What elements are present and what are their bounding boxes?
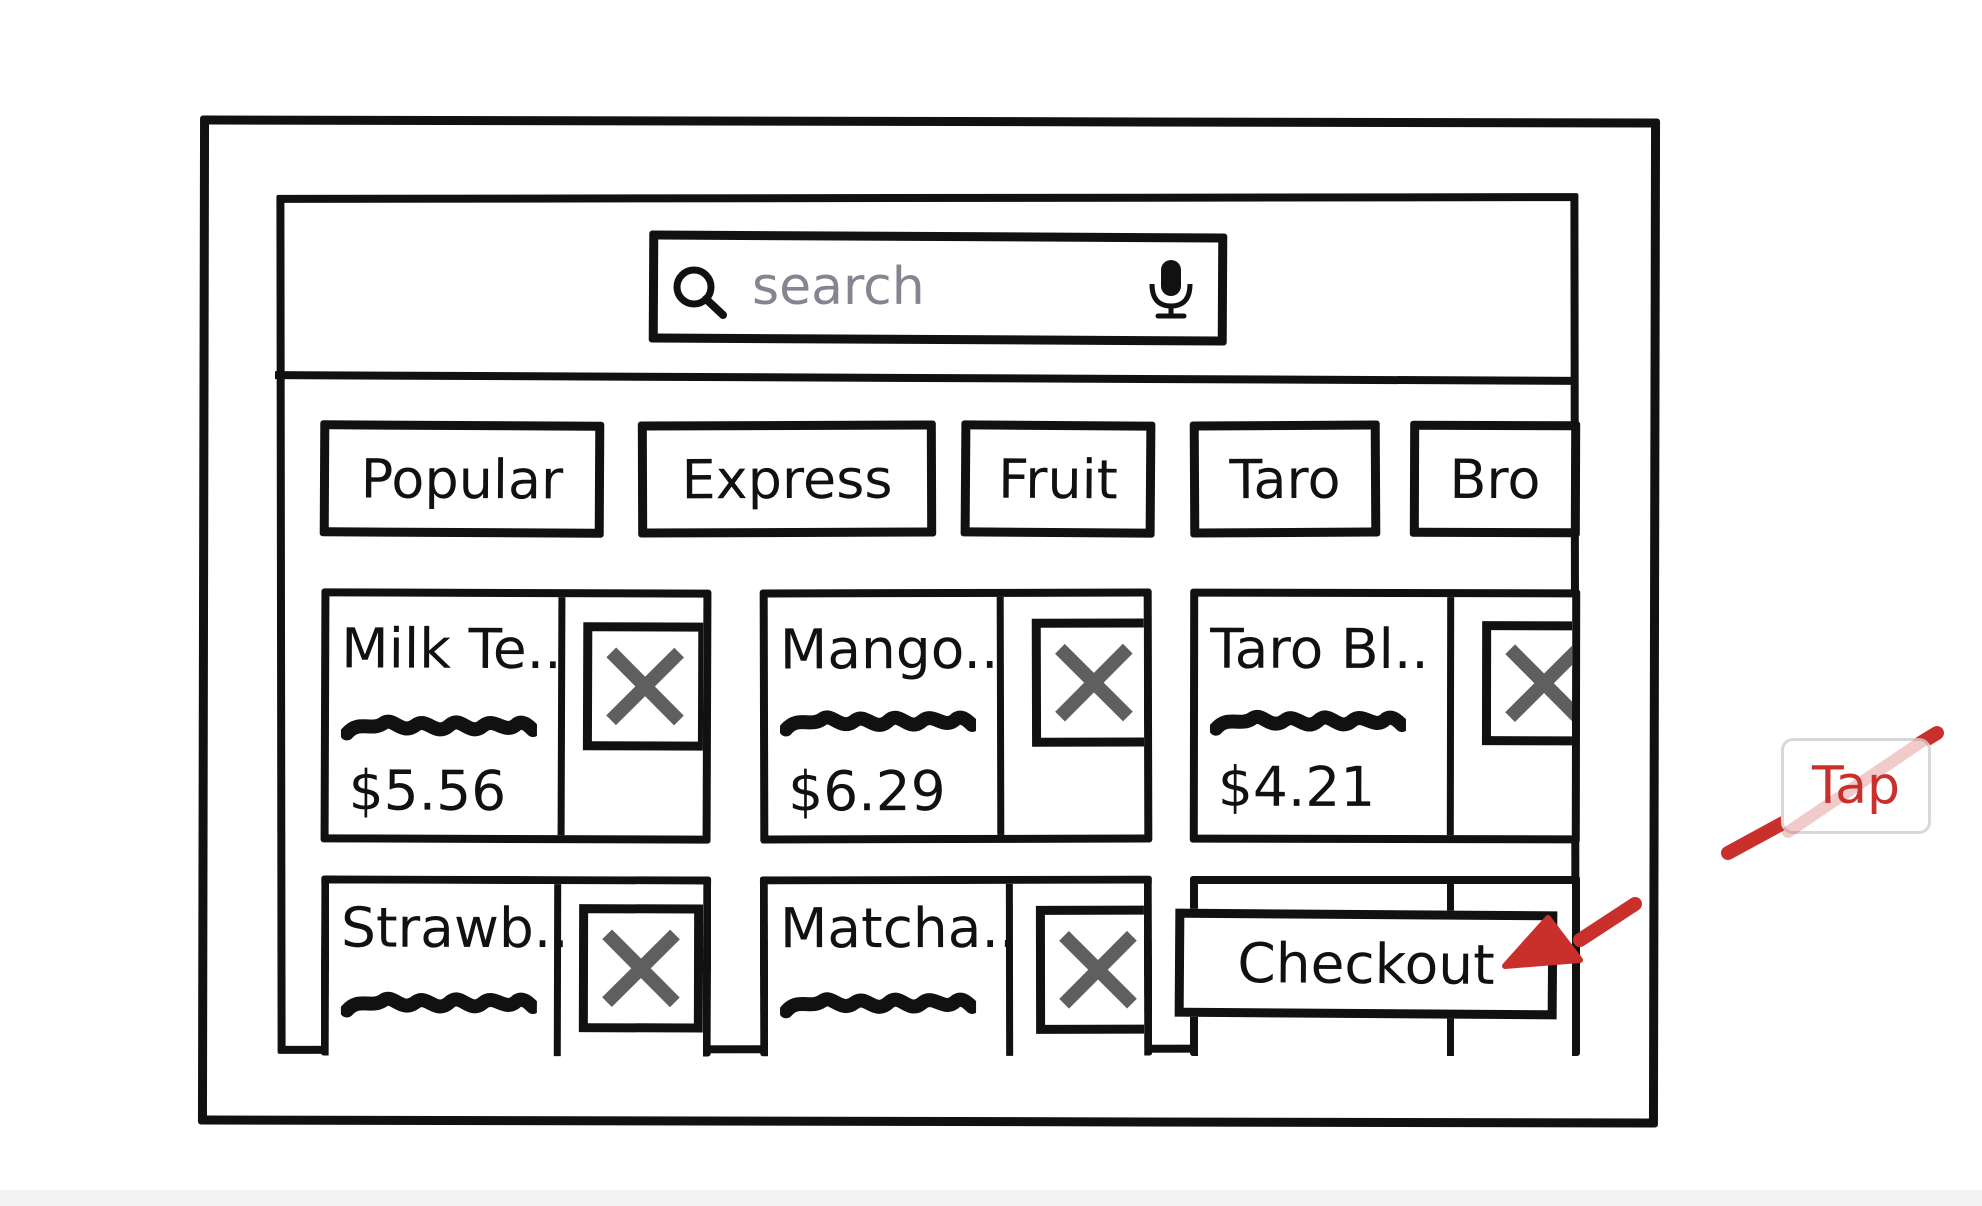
product-card[interactable]: Milk Te.. $5.56 [320,588,712,844]
card-divider [1446,593,1455,840]
category-chip-taro[interactable]: Taro [1189,420,1381,538]
checkout-label: Checkout [1237,931,1495,997]
category-label: Popular [360,446,564,512]
placeholder-image-icon [1035,905,1153,1034]
product-name: Mango.. [779,616,999,682]
category-label: Taro [1229,447,1341,511]
category-chip-popular[interactable]: Popular [319,420,605,538]
placeholder-image-icon [578,904,704,1033]
product-price: $6.29 [788,759,946,824]
description-scribble [779,710,977,737]
product-card[interactable]: Strawb.. [320,875,712,1057]
description-scribble [340,991,537,1018]
search-icon[interactable] [670,263,730,321]
description-scribble [780,992,977,1019]
bottom-strip [0,1190,1982,1206]
tap-gesture-label: Tap [1781,738,1931,834]
product-price: $5.56 [348,758,507,823]
product-name: Matcha.. [779,895,1017,961]
category-label: Fruit [997,447,1119,511]
product-card[interactable]: Matcha.. [759,875,1153,1057]
category-chip-bro[interactable]: Bro [1409,420,1581,538]
product-card[interactable]: Mango.. $6.29 [759,588,1153,844]
microphone-icon[interactable] [1146,258,1196,320]
category-chip-fruit[interactable]: Fruit [960,420,1156,538]
placeholder-image-icon [1481,621,1581,746]
search-input[interactable] [752,252,1122,322]
wireframe-canvas: Popular Express Fruit Taro Bro Milk Te..… [0,0,1982,1190]
product-price: $4.21 [1217,754,1376,819]
category-label: Bro [1449,447,1541,511]
product-name: Milk Te.. [341,616,562,682]
category-chip-express[interactable]: Express [637,420,937,538]
product-name: Strawb.. [341,895,569,961]
description-scribble [340,714,538,741]
tap-label: Tap [1811,756,1901,816]
placeholder-image-icon [582,622,708,751]
product-card[interactable]: Taro Bl.. $4.21 [1189,588,1581,844]
product-name: Taro Bl.. [1210,616,1429,682]
placeholder-image-icon [1031,618,1153,747]
description-scribble [1209,709,1407,736]
category-label: Express [681,447,893,511]
checkout-button[interactable]: Checkout [1174,908,1558,1020]
